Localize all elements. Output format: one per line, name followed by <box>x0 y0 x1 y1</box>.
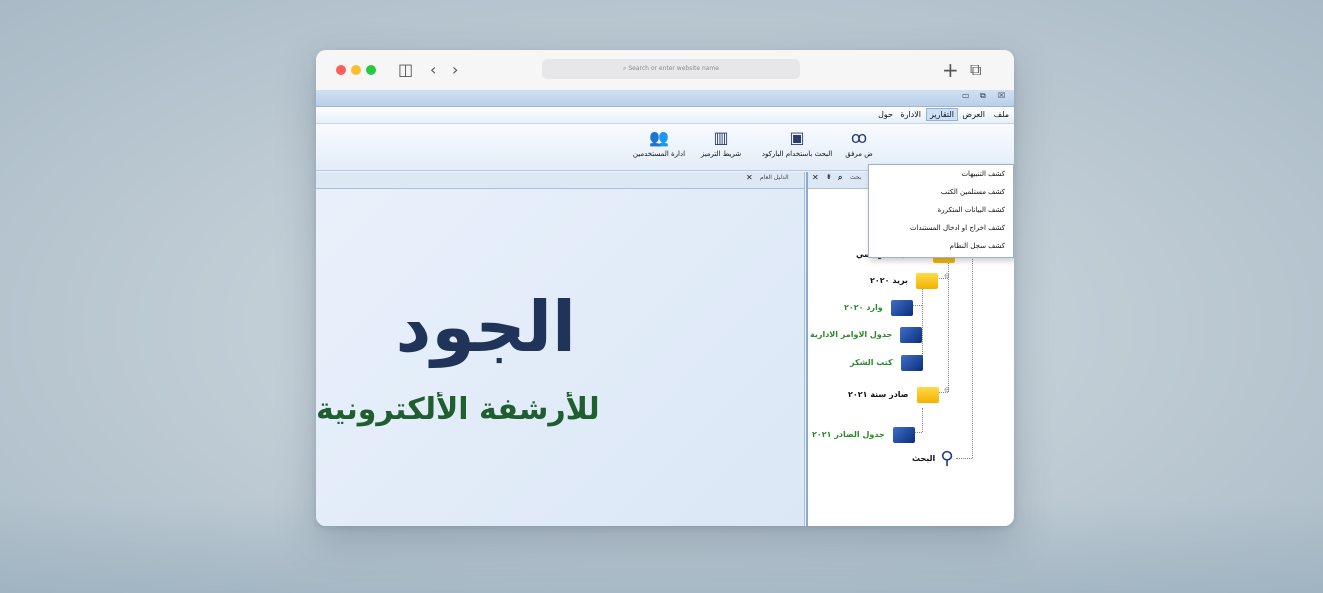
brand-title: الجود <box>395 286 578 368</box>
tree-node-mail[interactable]: بريد ٢٠٢٠ <box>870 270 939 289</box>
menu-about[interactable]: حول <box>875 109 896 120</box>
tree-node-outgoing-table[interactable]: جدول الصادر ٢٠٢١ <box>812 424 915 443</box>
menu-reports[interactable]: التقارير <box>925 108 958 121</box>
main-content-pane: الدليل العام ✕ الجود للأرشفة الألكترونية <box>316 172 805 526</box>
report-alerts[interactable]: كشف التنبيهات <box>869 165 1013 183</box>
folder-icon <box>900 326 923 343</box>
folder-icon <box>916 386 939 403</box>
main-tabstrip: الدليل العام ✕ <box>316 172 804 189</box>
tree-node-outgoing[interactable]: صادر سنة ٢٠٢١ <box>848 384 939 403</box>
menu-admin[interactable]: الادارة <box>897 109 924 120</box>
tree-node-thanks-letters[interactable]: كتب الشكر <box>850 352 923 371</box>
search-icon: ⌕ <box>623 65 627 72</box>
folder-icon <box>900 354 923 371</box>
users-icon: 👥 <box>649 128 669 147</box>
app-restore-icon[interactable]: ⧉ <box>980 91 986 101</box>
report-book-recipients[interactable]: كشف مستلمين الكتب <box>869 183 1013 201</box>
zoom-window-button[interactable] <box>366 65 376 75</box>
tree-node-incoming[interactable]: وارد ٢٠٢٠ <box>844 297 913 316</box>
tab-search[interactable]: بحث <box>850 174 861 181</box>
tree-connector <box>922 408 923 432</box>
report-duplicate-data[interactable]: كشف البيانات المتكررة <box>869 201 1013 219</box>
collapse-icon[interactable]: ⊖ <box>944 272 950 280</box>
address-bar[interactable]: ⌕ Search or enter website name <box>542 59 800 79</box>
sidebar-icon[interactable]: ◫ <box>398 60 413 80</box>
app-window-bar: ▭ ⧉ ☒ <box>316 90 1014 107</box>
tree-connector <box>956 458 972 459</box>
menu-file[interactable]: ملف <box>991 109 1012 120</box>
folder-icon <box>890 299 913 316</box>
new-tab-icon[interactable]: + <box>942 60 959 80</box>
report-document-inout[interactable]: كشف اخراج او ادخال المستندات <box>869 219 1013 237</box>
reports-dropdown: كشف التنبيهات كشف مستلمين الكتب كشف البي… <box>868 164 1014 258</box>
pin-icon[interactable]: ⇟ <box>826 173 832 181</box>
address-placeholder: Search or enter website name <box>628 65 719 72</box>
barcode-icon: ▥ <box>713 128 729 147</box>
archive-app: ▭ ⧉ ☒ ملف العرض التقارير الادارة حول 👥 ا… <box>316 90 1014 526</box>
tool-attachment-view[interactable]: ꝏ ض مرفق <box>842 128 876 158</box>
close-tab-icon[interactable]: ✕ <box>746 173 753 182</box>
forward-icon[interactable]: › <box>452 60 458 80</box>
magnifier-icon: ⚲ <box>940 448 954 469</box>
collapse-icon[interactable]: ⊖ <box>944 386 950 394</box>
binoculars-icon: ꝏ <box>850 128 868 147</box>
browser-window: ◫ ‹ › ⌕ Search or enter website name + ⧉… <box>316 50 1014 526</box>
close-side-tab-icon[interactable]: ✕ <box>812 173 819 182</box>
menu-bar: ملف العرض التقارير الادارة حول <box>316 107 1014 124</box>
search-tab-icon: ⌕ <box>838 173 843 182</box>
back-icon[interactable]: ‹ <box>430 60 436 80</box>
tree-connector <box>922 278 923 360</box>
report-system-log[interactable]: كشف سجل النظام <box>869 237 1013 255</box>
tab-general-index[interactable]: الدليل العام <box>760 174 789 181</box>
tree-node-search[interactable]: ⚲ البحث <box>912 448 954 469</box>
tabs-overview-icon[interactable]: ⧉ <box>970 60 981 80</box>
folder-icon <box>892 426 915 443</box>
folder-icon <box>916 272 939 289</box>
tool-barcode-search[interactable]: ▣ البحث باستخدام الباركود <box>752 128 842 158</box>
minimize-window-button[interactable] <box>351 65 361 75</box>
tree-node-admin-orders[interactable]: جدول الاوامر الادارية <box>810 324 923 343</box>
brand-tagline: للأرشفة الألكترونية <box>316 392 600 427</box>
tool-user-management[interactable]: 👥 ادارة المستخدمين <box>628 128 690 158</box>
close-window-button[interactable] <box>336 65 346 75</box>
app-minimize-icon[interactable]: ▭ <box>962 91 970 100</box>
tool-barcode-strip[interactable]: ▥ شريط الترميز <box>694 128 748 158</box>
browser-titlebar: ◫ ‹ › ⌕ Search or enter website name + ⧉ <box>316 50 1014 91</box>
app-close-icon[interactable]: ☒ <box>998 91 1005 100</box>
barcode-scan-icon: ▣ <box>789 128 805 147</box>
menu-view[interactable]: العرض <box>959 109 988 120</box>
